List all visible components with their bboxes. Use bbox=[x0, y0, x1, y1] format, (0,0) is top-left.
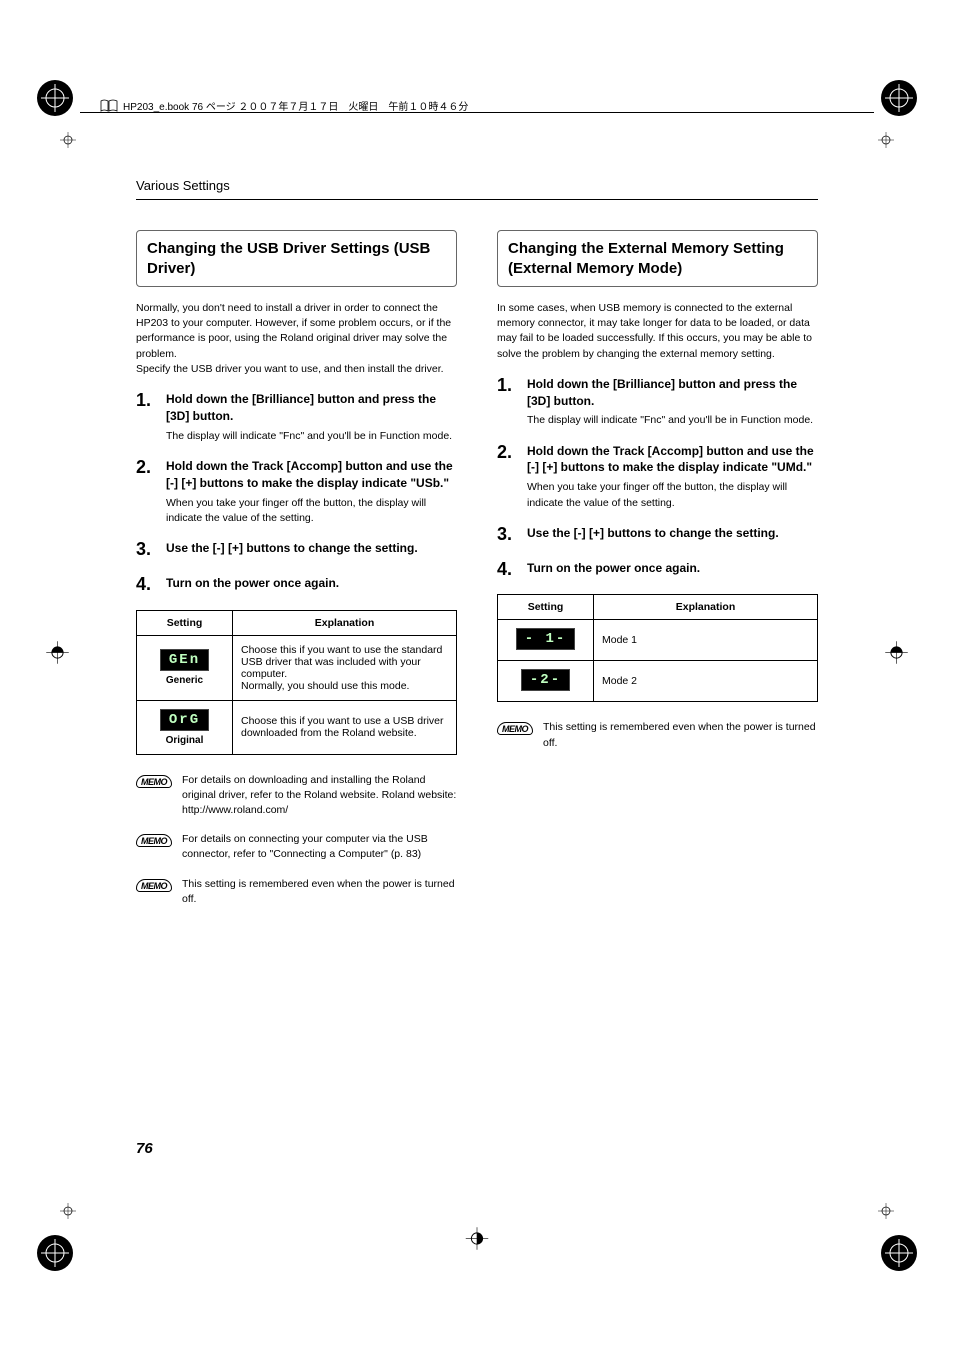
left-step: 2. Hold down the Track [Accomp] button a… bbox=[136, 458, 457, 526]
step-heading: Hold down the Track [Accomp] button and … bbox=[166, 458, 457, 492]
header-text: HP203_e.book 76 ページ ２００７年７月１７日 火曜日 午前１０時… bbox=[123, 98, 468, 113]
step-heading: Use the [-] [+] buttons to change the se… bbox=[527, 525, 818, 542]
registration-mark-icon bbox=[465, 1226, 490, 1251]
table-header-explanation: Explanation bbox=[233, 610, 457, 635]
section-title: Various Settings bbox=[136, 178, 818, 193]
right-step: 3. Use the [-] [+] buttons to change the… bbox=[497, 525, 818, 546]
memo-text: For details on connecting your computer … bbox=[182, 832, 457, 862]
memo-icon: MEMO bbox=[497, 722, 533, 735]
right-step: 2. Hold down the Track [Accomp] button a… bbox=[497, 443, 818, 511]
memo-text: For details on downloading and installin… bbox=[182, 773, 457, 819]
memo-block: MEMO For details on connecting your comp… bbox=[136, 832, 457, 862]
left-column: Changing the USB Driver Settings (USB Dr… bbox=[136, 230, 457, 921]
table-header-setting: Setting bbox=[137, 610, 233, 635]
left-heading: Changing the USB Driver Settings (USB Dr… bbox=[136, 230, 457, 287]
memo-text: This setting is remembered even when the… bbox=[543, 720, 818, 750]
right-step: 4. Turn on the power once again. bbox=[497, 560, 818, 581]
left-step: 1. Hold down the [Brilliance] button and… bbox=[136, 391, 457, 444]
table-row: GEn Generic Choose this if you want to u… bbox=[137, 635, 457, 700]
step-number: 3. bbox=[497, 525, 519, 546]
step-number: 4. bbox=[136, 575, 158, 596]
registration-mark-icon bbox=[879, 78, 919, 118]
page-number: 76 bbox=[136, 1140, 153, 1157]
table-row: -2- Mode 2 bbox=[498, 661, 818, 702]
right-settings-table: Setting Explanation - 1- Mode 1 -2- Mode… bbox=[497, 594, 818, 702]
table-cell-explanation: Choose this if you want to use the stand… bbox=[233, 635, 457, 700]
memo-block: MEMO For details on downloading and inst… bbox=[136, 773, 457, 819]
left-settings-table: Setting Explanation GEn Generic Choose t… bbox=[136, 610, 457, 755]
table-cell-explanation: Mode 2 bbox=[594, 661, 818, 702]
left-intro: Normally, you don't need to install a dr… bbox=[136, 301, 457, 377]
step-heading: Use the [-] [+] buttons to change the se… bbox=[166, 540, 457, 557]
step-heading: Turn on the power once again. bbox=[527, 560, 818, 577]
table-row: OrG Original Choose this if you want to … bbox=[137, 700, 457, 754]
registration-mark-icon bbox=[876, 1201, 896, 1221]
memo-icon: MEMO bbox=[136, 834, 172, 847]
registration-mark-icon bbox=[35, 78, 75, 118]
setting-label: Generic bbox=[145, 675, 224, 686]
registration-mark-icon bbox=[58, 1201, 78, 1221]
memo-icon: MEMO bbox=[136, 879, 172, 892]
memo-text: This setting is remembered even when the… bbox=[182, 877, 457, 907]
step-heading: Turn on the power once again. bbox=[166, 575, 457, 592]
display-icon: - 1- bbox=[516, 628, 576, 650]
table-row: - 1- Mode 1 bbox=[498, 620, 818, 661]
step-number: 2. bbox=[497, 443, 519, 511]
right-column: Changing the External Memory Setting (Ex… bbox=[497, 230, 818, 921]
header-rule bbox=[80, 112, 874, 113]
registration-mark-icon bbox=[45, 640, 70, 665]
step-number: 4. bbox=[497, 560, 519, 581]
step-number: 2. bbox=[136, 458, 158, 526]
right-step: 1. Hold down the [Brilliance] button and… bbox=[497, 376, 818, 429]
registration-mark-icon bbox=[876, 130, 896, 150]
left-step: 4. Turn on the power once again. bbox=[136, 575, 457, 596]
step-number: 1. bbox=[497, 376, 519, 429]
memo-block: MEMO This setting is remembered even whe… bbox=[136, 877, 457, 907]
setting-label: Original bbox=[145, 735, 224, 746]
step-description: When you take your finger off the button… bbox=[166, 496, 457, 526]
step-number: 3. bbox=[136, 540, 158, 561]
section-rule bbox=[136, 199, 818, 200]
step-heading: Hold down the [Brilliance] button and pr… bbox=[527, 376, 818, 410]
table-header-explanation: Explanation bbox=[594, 595, 818, 620]
display-icon: GEn bbox=[160, 649, 209, 671]
left-step: 3. Use the [-] [+] buttons to change the… bbox=[136, 540, 457, 561]
memo-icon: MEMO bbox=[136, 775, 172, 788]
step-description: The display will indicate "Fnc" and you'… bbox=[527, 413, 818, 428]
step-heading: Hold down the Track [Accomp] button and … bbox=[527, 443, 818, 477]
registration-mark-icon bbox=[884, 640, 909, 665]
right-heading: Changing the External Memory Setting (Ex… bbox=[497, 230, 818, 287]
right-intro: In some cases, when USB memory is connec… bbox=[497, 301, 818, 362]
step-number: 1. bbox=[136, 391, 158, 444]
display-icon: -2- bbox=[521, 669, 570, 691]
book-icon bbox=[100, 99, 118, 113]
table-cell-explanation: Choose this if you want to use a USB dri… bbox=[233, 700, 457, 754]
table-header-setting: Setting bbox=[498, 595, 594, 620]
registration-mark-icon bbox=[35, 1233, 75, 1273]
registration-mark-icon bbox=[879, 1233, 919, 1273]
print-header: HP203_e.book 76 ページ ２００７年７月１７日 火曜日 午前１０時… bbox=[100, 98, 468, 113]
registration-mark-icon bbox=[58, 130, 78, 150]
display-icon: OrG bbox=[160, 709, 209, 731]
step-description: When you take your finger off the button… bbox=[527, 480, 818, 510]
memo-block: MEMO This setting is remembered even whe… bbox=[497, 720, 818, 750]
step-description: The display will indicate "Fnc" and you'… bbox=[166, 429, 457, 444]
table-cell-explanation: Mode 1 bbox=[594, 620, 818, 661]
step-heading: Hold down the [Brilliance] button and pr… bbox=[166, 391, 457, 425]
